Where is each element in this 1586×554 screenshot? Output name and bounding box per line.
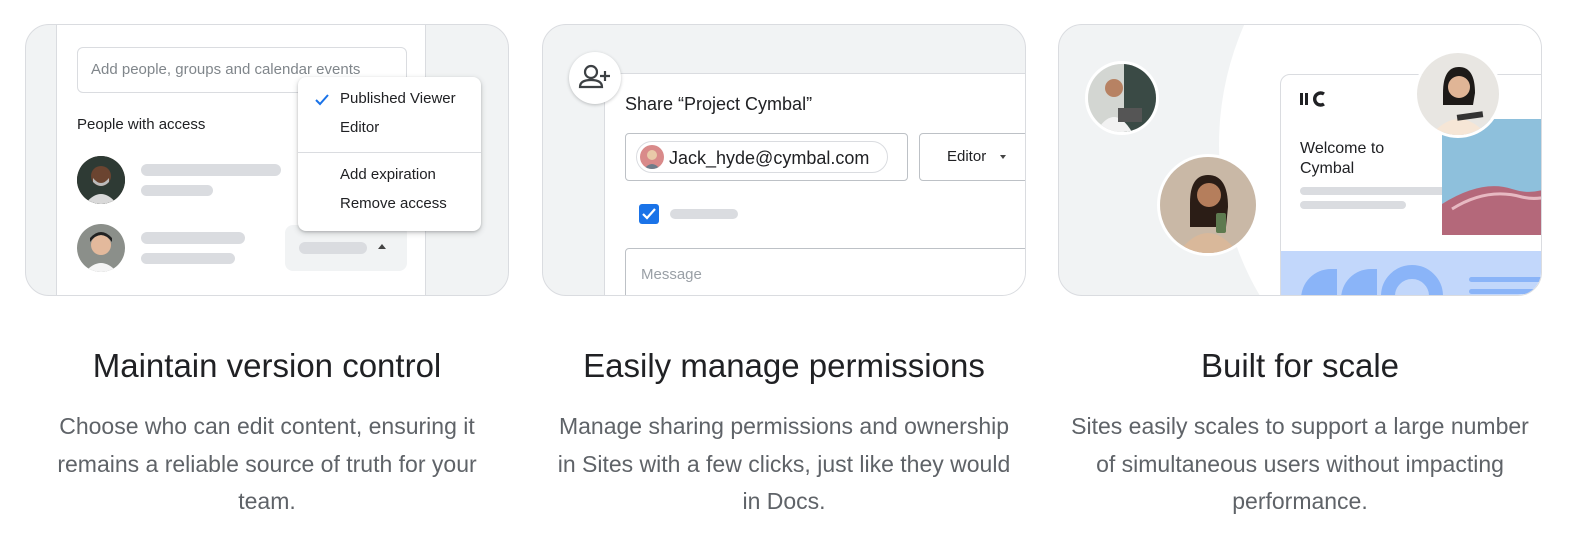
dropdown-arrow-icon xyxy=(1000,155,1006,159)
message-textarea[interactable]: Message xyxy=(625,248,1025,295)
menu-item-label: Published Viewer xyxy=(340,90,456,107)
user-avatar-tablet xyxy=(1414,50,1502,138)
feature-title: Easily manage permissions xyxy=(583,347,985,384)
site-card-line-2 xyxy=(1300,201,1406,209)
skeleton-name-1 xyxy=(141,164,281,176)
site-card-banner xyxy=(1281,251,1541,295)
role-select[interactable]: Editor xyxy=(919,133,1025,181)
user-avatar-laptop xyxy=(1085,61,1159,135)
person-add-icon xyxy=(578,64,610,89)
menu-divider xyxy=(298,152,481,153)
feature-title: Maintain version control xyxy=(92,347,442,384)
menu-item-published-viewer[interactable]: Published Viewer xyxy=(298,87,481,113)
role-dropdown[interactable] xyxy=(285,225,407,271)
menu-item-editor[interactable]: Editor xyxy=(298,116,481,142)
skeleton-email-2 xyxy=(141,253,235,264)
user-avatar-phone xyxy=(1157,154,1259,256)
menu-item-remove-access[interactable]: Remove access xyxy=(298,192,481,218)
feature-description: Manage sharing permissions and ownership… xyxy=(557,413,1011,514)
add-people-placeholder: Add people, groups and calendar events xyxy=(91,61,361,78)
email-input[interactable]: Jack_hyde@cymbal.com xyxy=(625,133,908,181)
role-menu: Published Viewer Editor Add expiration R… xyxy=(298,77,481,231)
banner-shape-2 xyxy=(1341,269,1377,295)
user-tablet-photo xyxy=(1417,53,1499,135)
menu-item-label: Editor xyxy=(340,119,380,136)
site-card-line-1 xyxy=(1300,187,1449,195)
role-select-value: Editor xyxy=(947,148,987,165)
menu-item-label: Remove access xyxy=(340,195,447,212)
share-dialog: Share “Project Cymbal” Jack_hyde@cymbal.… xyxy=(604,73,1025,295)
skeleton-email-1 xyxy=(141,185,213,196)
email-chip[interactable]: Jack_hyde@cymbal.com xyxy=(636,141,888,173)
add-person-button[interactable] xyxy=(569,52,621,104)
checkbox-check-icon xyxy=(642,208,656,220)
version-control-illustration: Add people, groups and calendar events P… xyxy=(25,24,509,296)
people-with-access-label: People with access xyxy=(77,116,206,133)
menu-item-label: Add expiration xyxy=(340,166,436,183)
checkmark-icon xyxy=(315,94,329,106)
banner-shape-1 xyxy=(1301,269,1337,295)
banner-line-1 xyxy=(1469,277,1541,282)
feature-version-control: Maintain version control Choose who can … xyxy=(25,346,509,521)
chip-avatar-photo xyxy=(640,145,664,169)
skeleton-name-2 xyxy=(141,232,245,244)
feature-description: Choose who can edit content, ensuring it… xyxy=(57,413,477,514)
user-laptop-photo xyxy=(1088,64,1156,132)
message-placeholder: Message xyxy=(641,266,702,283)
avatar-person-1 xyxy=(77,156,125,204)
avatar-person-2 xyxy=(77,224,125,272)
menu-item-add-expiration[interactable]: Add expiration xyxy=(298,163,481,189)
site-preview-card: Welcome to Cymbal xyxy=(1280,74,1541,295)
cymbal-logo xyxy=(1300,91,1325,107)
feature-permissions: Easily manage permissions Manage sharing… xyxy=(542,346,1026,521)
notify-label-skeleton xyxy=(670,209,738,219)
feature-description: Sites easily scales to support a large n… xyxy=(1071,413,1529,514)
email-chip-text: Jack_hyde@cymbal.com xyxy=(669,148,870,168)
feature-title: Built for scale xyxy=(1200,347,1400,384)
site-card-title: Welcome to Cymbal xyxy=(1300,140,1385,177)
banner-line-2 xyxy=(1469,289,1541,294)
person-1-photo xyxy=(77,156,125,204)
caret-up-icon xyxy=(378,244,386,249)
chip-avatar xyxy=(640,145,664,169)
feature-scale: Built for scale Sites easily scales to s… xyxy=(1058,346,1542,521)
notify-checkbox[interactable] xyxy=(639,204,659,224)
person-2-photo xyxy=(77,224,125,272)
permissions-illustration: Share “Project Cymbal” Jack_hyde@cymbal.… xyxy=(542,24,1026,296)
role-dropdown-value xyxy=(299,242,367,254)
banner-shape-3 xyxy=(1381,265,1443,295)
user-phone-photo xyxy=(1160,157,1256,253)
scale-illustration: Welcome to Cymbal xyxy=(1058,24,1542,296)
share-dialog-title: Share “Project Cymbal” xyxy=(625,94,813,114)
